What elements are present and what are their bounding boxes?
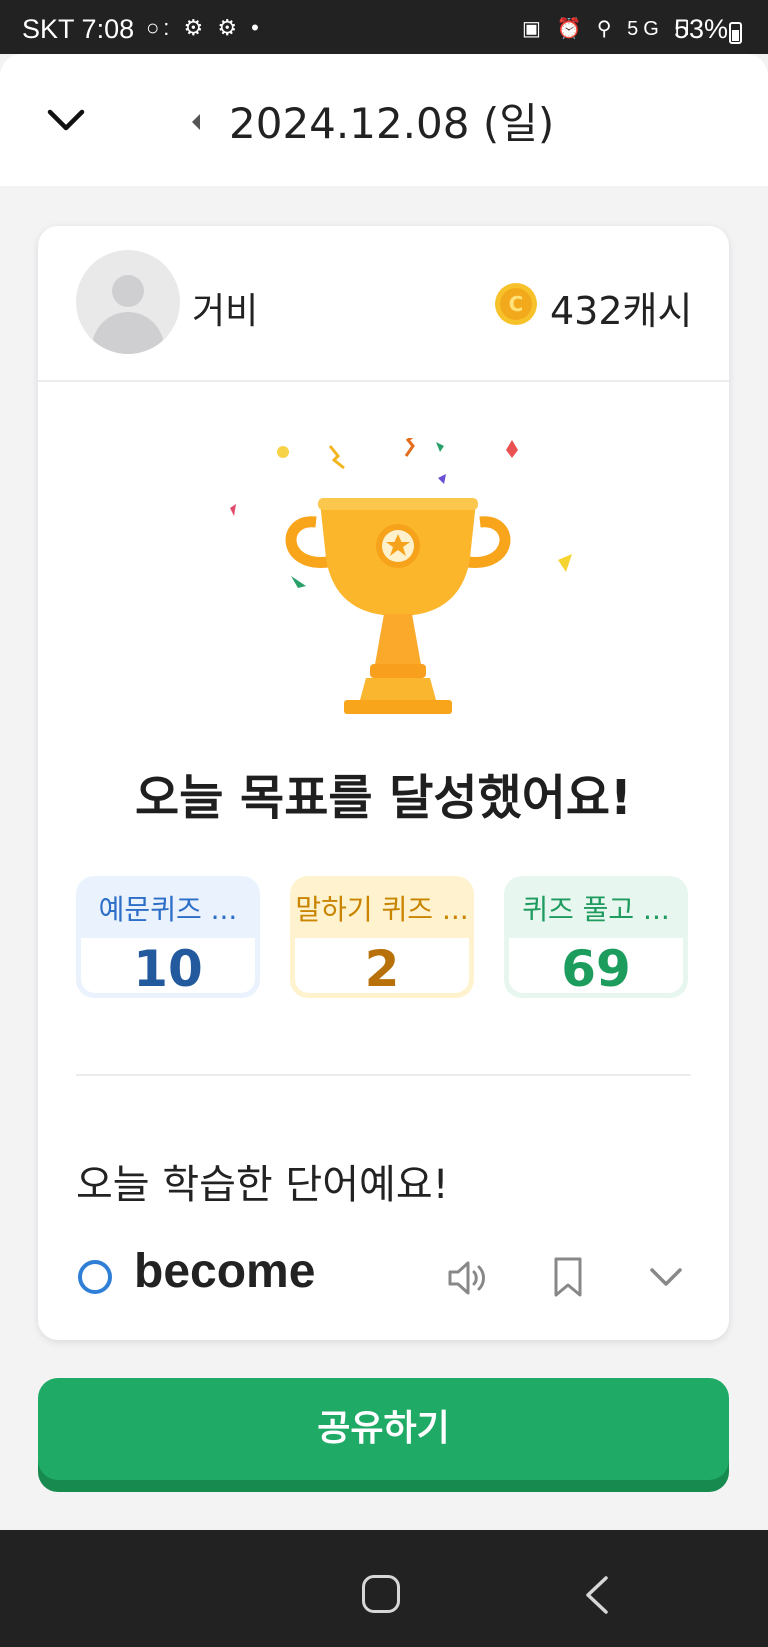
- stat-speaking-quiz: 말하기 퀴즈 ... 2: [290, 876, 474, 998]
- share-button[interactable]: 공유하기: [38, 1378, 729, 1480]
- bookmark-icon[interactable]: [552, 1256, 584, 1298]
- stat-example-quiz: 예문퀴즈 ... 10: [76, 876, 260, 998]
- battery-percent: 53%: [674, 14, 729, 44]
- coin-icon: C: [495, 283, 537, 325]
- report-card: 거비 C 432캐시 오늘 목표를 달성했어요! 예문퀴즈 ... 10 말하기…: [38, 226, 729, 1340]
- stat-label: 예문퀴즈 ...: [98, 893, 238, 926]
- speaker-icon[interactable]: [446, 1258, 490, 1298]
- word-text: become: [134, 1245, 316, 1298]
- divider: [76, 1074, 691, 1076]
- network-label: 5G: [627, 18, 664, 40]
- correct-circle-icon: [78, 1260, 112, 1294]
- top-header: 2024.12.08 (일): [0, 54, 768, 186]
- status-bar: SKT 7:08 ○: ⚙ ⚙ • ▣ ⏰ ⚲ 5G ıl 53%: [0, 0, 768, 54]
- date-label: 2024.12.08 (일): [229, 99, 555, 148]
- system-icons: ▣ ⏰ ⚲ 5G ıl: [522, 18, 695, 40]
- stat-value: 10: [133, 940, 203, 998]
- goal-achieved-title: 오늘 목표를 달성했어요!: [135, 770, 632, 826]
- stat-label: 퀴즈 풀고 ...: [522, 893, 670, 926]
- notification-icons: ○: ⚙ ⚙ •: [146, 15, 263, 40]
- stat-label: 말하기 퀴즈 ...: [295, 893, 469, 926]
- stat-value: 69: [561, 940, 631, 998]
- stat-quiz-cash: 퀴즈 풀고 ... 69: [504, 876, 688, 998]
- home-icon[interactable]: [362, 1575, 400, 1613]
- chevron-down-icon[interactable]: [648, 1264, 684, 1290]
- status-carrier-time: SKT 7:08: [22, 14, 135, 44]
- username: 거비: [192, 291, 259, 332]
- learned-words-title: 오늘 학습한 단어예요!: [76, 1162, 449, 1208]
- profile-row: 거비 C 432캐시: [38, 226, 729, 382]
- battery-icon: [729, 22, 742, 44]
- caret-left-icon[interactable]: [188, 110, 204, 134]
- list-item[interactable]: become: [38, 1245, 729, 1320]
- stat-value: 2: [364, 940, 400, 998]
- avatar: [76, 250, 180, 354]
- trophy-icon: [230, 438, 572, 714]
- back-icon[interactable]: [582, 1574, 612, 1616]
- system-nav-bar: [0, 1530, 768, 1647]
- chevron-down-icon[interactable]: [44, 98, 88, 142]
- svg-text:C: C: [509, 292, 524, 316]
- cash-amount: 432캐시: [550, 289, 693, 333]
